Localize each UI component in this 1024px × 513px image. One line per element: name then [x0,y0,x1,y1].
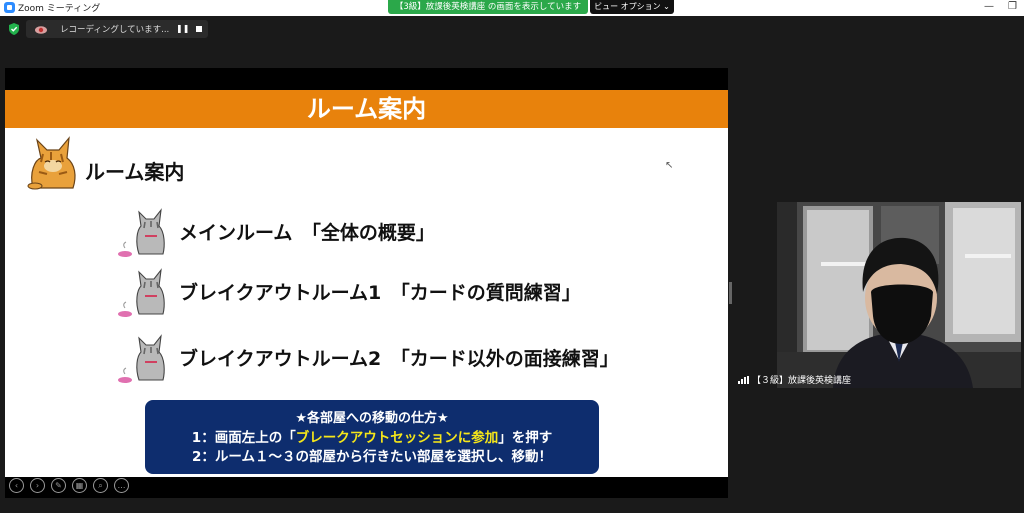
pause-recording-icon[interactable]: ❚❚ [176,24,189,33]
section-title: ルーム案内 [85,160,185,184]
recording-bar: レコーディングしています... ❚❚ [0,18,210,40]
slide-header: ルーム案内 [5,90,728,128]
recording-indicator: レコーディングしています... ❚❚ [26,20,208,38]
screen-share-banner: 【3級】放課後英検講座 の画面を表示しています [388,0,588,14]
step-1-highlight: ブレークアウトセッションに参加 [295,430,499,446]
app-title: Zoom ミーティング [4,1,100,14]
zoom-logo-icon [4,2,15,13]
minimize-icon[interactable]: — [984,1,994,12]
instructions-title: ★各部屋への移動の仕方★ [295,411,449,426]
window-title: Zoom ミーティング [18,4,101,14]
instruction-step-2: 2：ルーム１～３の部屋から行きたい部屋を選択し、移動！ [192,449,552,465]
stop-recording-icon[interactable] [196,26,202,32]
participant-video-frame [777,202,1021,388]
participant-name: 【３級】放課後英検講座 [752,376,852,386]
next-slide-icon[interactable]: › [30,478,45,493]
gray-cat-icon [118,268,165,317]
mouse-cursor-icon: ↖ [665,160,674,171]
gray-cat-icon [118,208,165,257]
participant-name-label: 【３級】放課後英検講座 [738,373,851,386]
room-label: ブレイクアウトルーム1 「カードの質問練習」 [179,282,581,304]
pen-icon[interactable]: ✎ [51,478,66,493]
title-bar: Zoom ミーティング 【3級】放課後英検講座 の画面を表示しています ビュー … [0,0,1024,16]
split-resize-handle[interactable] [729,282,732,304]
slideshow-controls: ‹ › ✎ ▦ ⌕ … [9,478,129,493]
room-item-breakout-1: ブレイクアウトルーム1 「カードの質問練習」 [117,264,677,318]
view-options-button[interactable]: ビュー オプション ⌄ [590,0,674,14]
restore-icon[interactable]: ❐ [1008,1,1017,12]
recording-status: レコーディングしています... [60,25,170,35]
step-1-suffix: 」を押す [498,430,553,446]
gray-cat-icon [118,334,165,383]
step-1-prefix: 1：画面左上の「 [191,430,296,446]
slide: ルーム案内 ルーム案内 メインルーム 「全体の概要」 ブレイクアウトルーム1 「… [5,90,728,493]
signal-strength-icon [738,375,749,384]
instruction-step-1: 1：画面左上の「ブレークアウトセッションに参加」を押す [145,426,599,446]
previous-slide-icon[interactable]: ‹ [9,478,24,493]
room-item-breakout-2: ブレイクアウトルーム2 「カード以外の面接練習」 [117,330,677,384]
shared-screen: ルーム案内 ルーム案内 メインルーム 「全体の概要」 ブレイクアウトルーム1 「… [5,68,728,498]
slides-grid-icon[interactable]: ▦ [72,478,87,493]
instructions-box: ★各部屋への移動の仕方★ 1：画面左上の「ブレークアウトセッションに参加」を押す… [145,400,599,474]
cat-illustration-icon [27,136,76,190]
security-shield-icon[interactable] [8,23,20,35]
more-options-icon[interactable]: … [114,478,129,493]
participant-video[interactable] [777,202,1021,388]
room-item-main: メインルーム 「全体の概要」 [117,204,677,258]
zoom-icon[interactable]: ⌕ [93,478,108,493]
room-label: メインルーム 「全体の概要」 [179,222,435,244]
recording-cloud-icon [35,26,47,34]
room-label: ブレイクアウトルーム2 「カード以外の面接練習」 [179,348,619,370]
